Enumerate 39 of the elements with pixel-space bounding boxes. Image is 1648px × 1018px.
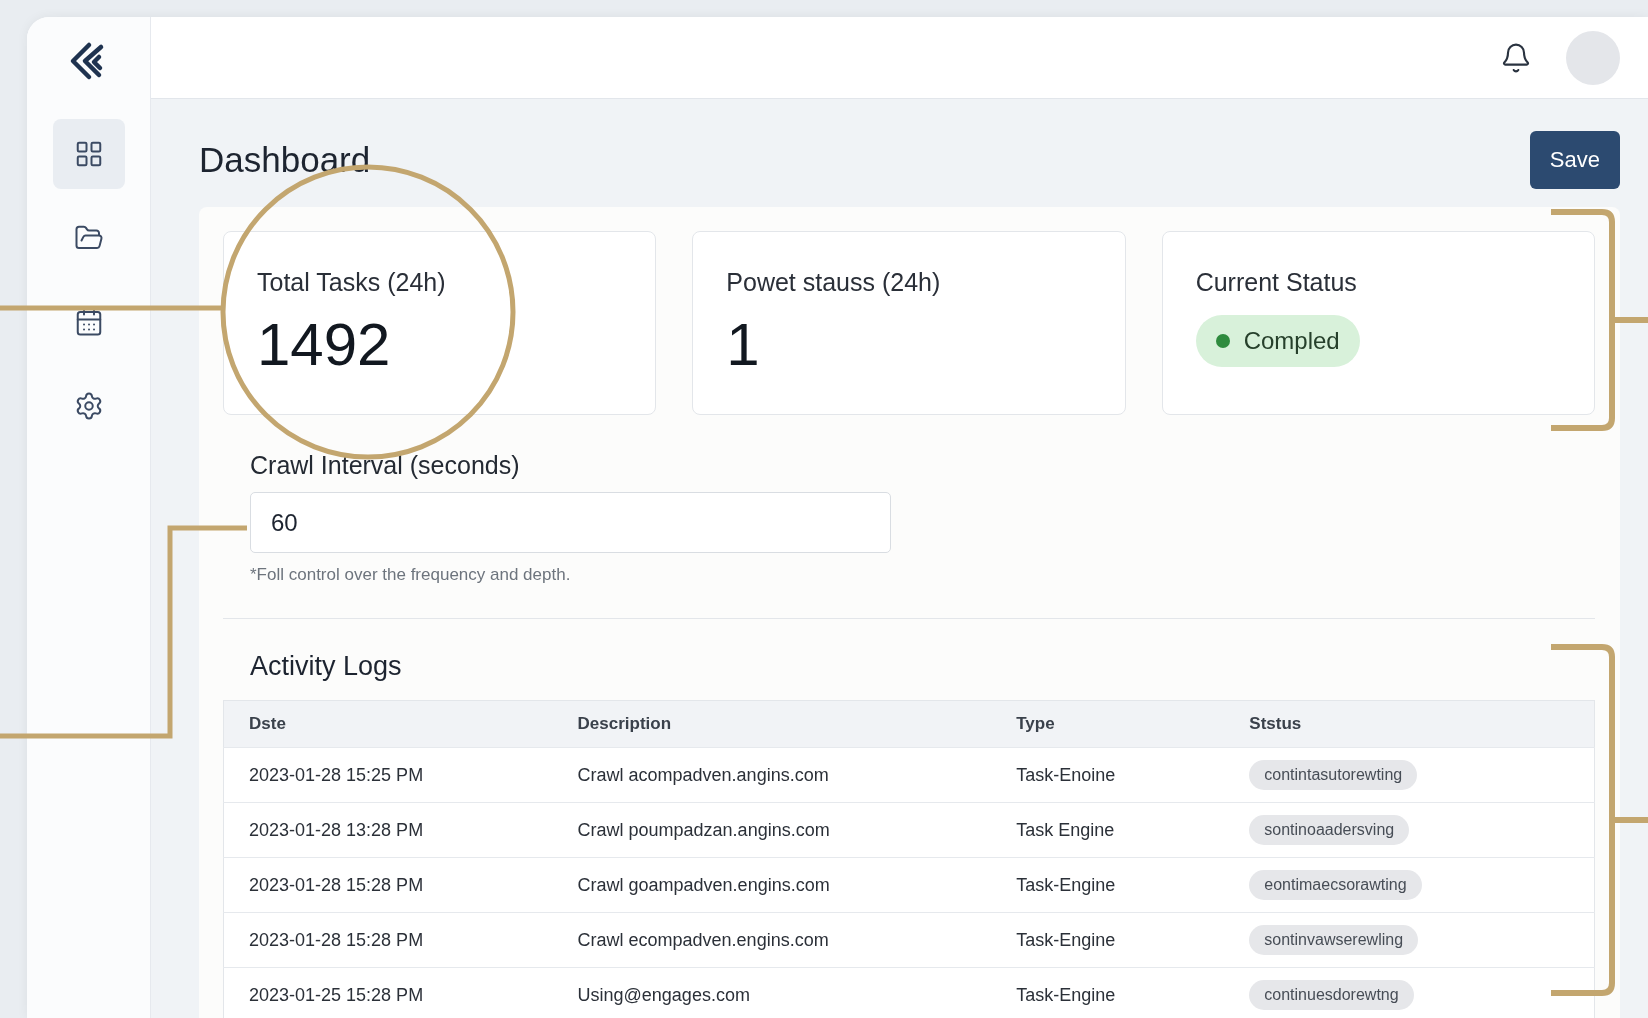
section-title: Activity Logs (250, 651, 403, 682)
table-cell: 2023-01-28 15:28 PM (223, 857, 553, 913)
table-cell: Crawl poumpadzan.angins.com (552, 802, 992, 858)
hint-text: *Foll control over the frequency and depth. (250, 565, 572, 585)
status-tag: sontinvawserewling (1249, 925, 1419, 955)
table-cell: Task-Enoine (991, 747, 1225, 803)
notification-bell-icon[interactable] (1500, 41, 1532, 74)
table-cell: 2023-01-28 15:25 PM (223, 747, 553, 803)
column-header: Description (552, 700, 992, 748)
status-tag: sontinoaadersving (1249, 815, 1410, 845)
column-header: Type (991, 700, 1225, 748)
number-input-field[interactable]: 60 (250, 492, 891, 553)
table-cell: Task-Engine (991, 857, 1225, 913)
table-cell: Task Engine (991, 802, 1225, 858)
table-cell: 2023-01-28 15:28 PM (223, 912, 553, 968)
table-cell: Task-Engine (991, 912, 1225, 968)
sidebar-item[interactable] (52, 119, 125, 189)
status-tag: contintasutorewting (1249, 760, 1418, 790)
table-cell: Crawl ecompadven.engins.com (552, 912, 992, 968)
table-cell: 2023-01-28 13:28 PM (223, 802, 553, 858)
stat-label: Total Tasks (24h) (257, 268, 447, 297)
table-cell: Crawl acompadven.angins.com (552, 747, 992, 803)
page-title: Dashboard (199, 140, 371, 180)
table-cell: Crawl goampadven.engins.com (552, 857, 992, 913)
status-dot (1215, 334, 1230, 348)
status-tag: continuesdorewtng (1249, 980, 1414, 1010)
stat-label: Powet stauss (24h) (726, 268, 942, 297)
column-header: Ststus (1224, 700, 1595, 748)
stat-label: Current Status (1195, 268, 1358, 297)
field-label: Crawl Interval (seconds) (250, 451, 521, 480)
status-text: Compled (1243, 327, 1340, 355)
column-header: Dste (223, 700, 553, 748)
stat-value: 1492 (257, 315, 392, 375)
table-cell: 2023-01-25 15:28 PM (223, 967, 553, 1018)
save-button[interactable]: Save (1529, 131, 1620, 189)
stat-value: 1 (726, 315, 761, 375)
table-cell: Using@engages.com (552, 967, 992, 1018)
table-cell: Task-Engine (991, 967, 1225, 1018)
status-tag: eontimaecsorawting (1249, 870, 1422, 900)
